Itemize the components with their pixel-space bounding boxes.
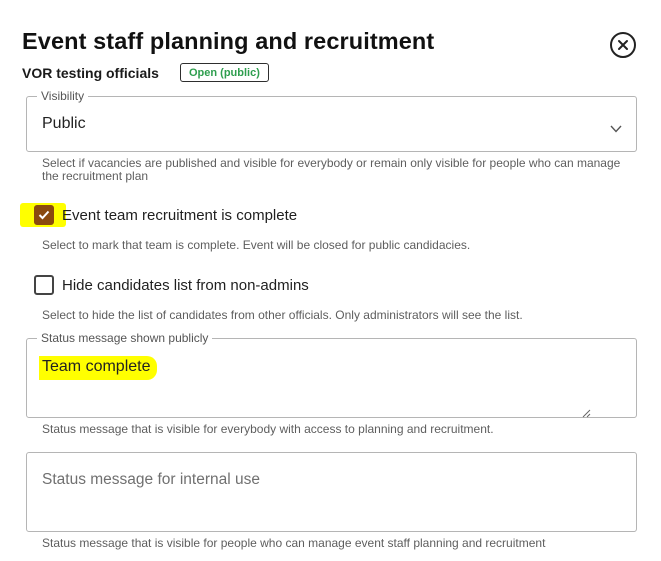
hide-candidates-checkbox-row[interactable]: Hide candidates list from non-admins [34,275,309,295]
public-status-legend: Status message shown publicly [37,331,213,345]
status-badge: Open (public) [180,63,269,82]
close-icon [617,39,629,51]
team-complete-checkbox-row[interactable]: Event team recruitment is complete [34,205,297,225]
dialog-title: Event staff planning and recruitment [22,28,435,54]
event-name: VOR testing officials [22,65,159,81]
team-complete-label: Event team recruitment is complete [62,206,298,224]
visibility-helper: Select if vacancies are published and vi… [42,156,621,183]
close-button[interactable] [610,32,636,58]
public-status-textarea[interactable]: Status message shown publicly Team compl… [26,331,637,418]
internal-status-helper: Status message that is visible for peopl… [42,536,546,550]
chevron-down-icon[interactable] [610,120,622,138]
resize-handle-icon[interactable] [581,405,591,423]
visibility-legend: Visibility [37,89,89,103]
visibility-value: Public [42,115,86,132]
hide-candidates-checkbox[interactable] [34,275,54,295]
visibility-select[interactable]: Visibility Public [26,89,637,152]
check-icon [38,210,50,220]
internal-status-textarea[interactable]: Status message for internal use [26,452,637,532]
event-staff-dialog: Event staff planning and recruitment VOR… [0,0,661,561]
team-complete-checkbox[interactable] [34,205,54,225]
public-status-helper: Status message that is visible for every… [42,422,494,436]
public-status-value: Team complete [42,356,157,380]
internal-status-placeholder: Status message for internal use [42,471,260,488]
hide-candidates-label: Hide candidates list from non-admins [62,276,309,294]
team-complete-helper: Select to mark that team is complete. Ev… [42,238,471,252]
hide-candidates-helper: Select to hide the list of candidates fr… [42,308,523,322]
